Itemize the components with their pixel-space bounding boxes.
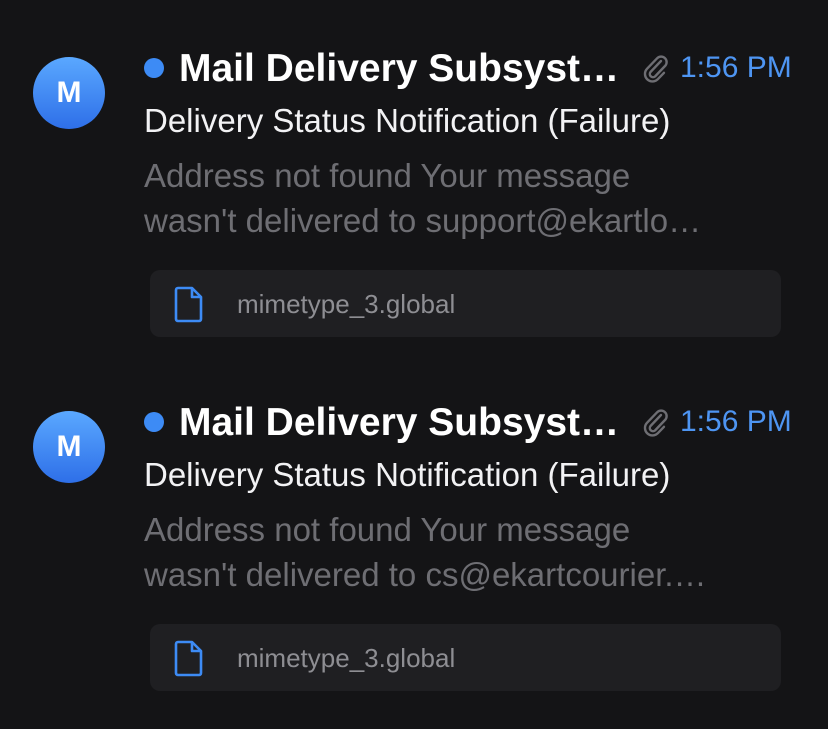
document-icon xyxy=(174,286,203,323)
preview-line: Address not found Your message xyxy=(144,157,631,194)
mail-list: M Mail Delivery Subsyst… 1:56 PM Deliver… xyxy=(0,0,828,729)
attachment-chip[interactable]: mimetype_3.global xyxy=(150,270,781,337)
mail-list-item[interactable]: M Mail Delivery Subsyst… 1:56 PM Deliver… xyxy=(0,354,828,694)
subject: Delivery Status Notification (Failure) xyxy=(144,102,671,139)
preview-line: wasn't delivered to support@ekartlo… xyxy=(144,202,702,239)
preview-line: wasn't delivered to cs@ekartcourier.… xyxy=(144,556,707,593)
paperclip-icon xyxy=(643,55,668,83)
attachment-filename: mimetype_3.global xyxy=(237,289,456,319)
unread-dot-icon xyxy=(144,412,164,432)
attachment-chip[interactable]: mimetype_3.global xyxy=(150,624,781,691)
avatar-letter: M xyxy=(56,76,82,109)
timestamp: 1:56 PM xyxy=(680,51,792,84)
document-icon xyxy=(174,640,203,677)
avatar: M xyxy=(33,411,105,483)
timestamp: 1:56 PM xyxy=(680,405,792,438)
avatar: M xyxy=(33,57,105,129)
subject: Delivery Status Notification (Failure) xyxy=(144,456,671,493)
sender-name: Mail Delivery Subsyst… xyxy=(179,401,620,444)
paperclip-icon xyxy=(643,409,668,437)
attachment-filename: mimetype_3.global xyxy=(237,643,456,673)
unread-dot-icon xyxy=(144,58,164,78)
message-preview: Address not found Your message wasn't de… xyxy=(144,153,804,243)
sender-name: Mail Delivery Subsyst… xyxy=(179,47,620,90)
message-preview: Address not found Your message wasn't de… xyxy=(144,507,804,597)
preview-line: Address not found Your message xyxy=(144,511,631,548)
avatar-letter: M xyxy=(56,430,82,463)
mail-list-item[interactable]: M Mail Delivery Subsyst… 1:56 PM Deliver… xyxy=(0,0,828,340)
